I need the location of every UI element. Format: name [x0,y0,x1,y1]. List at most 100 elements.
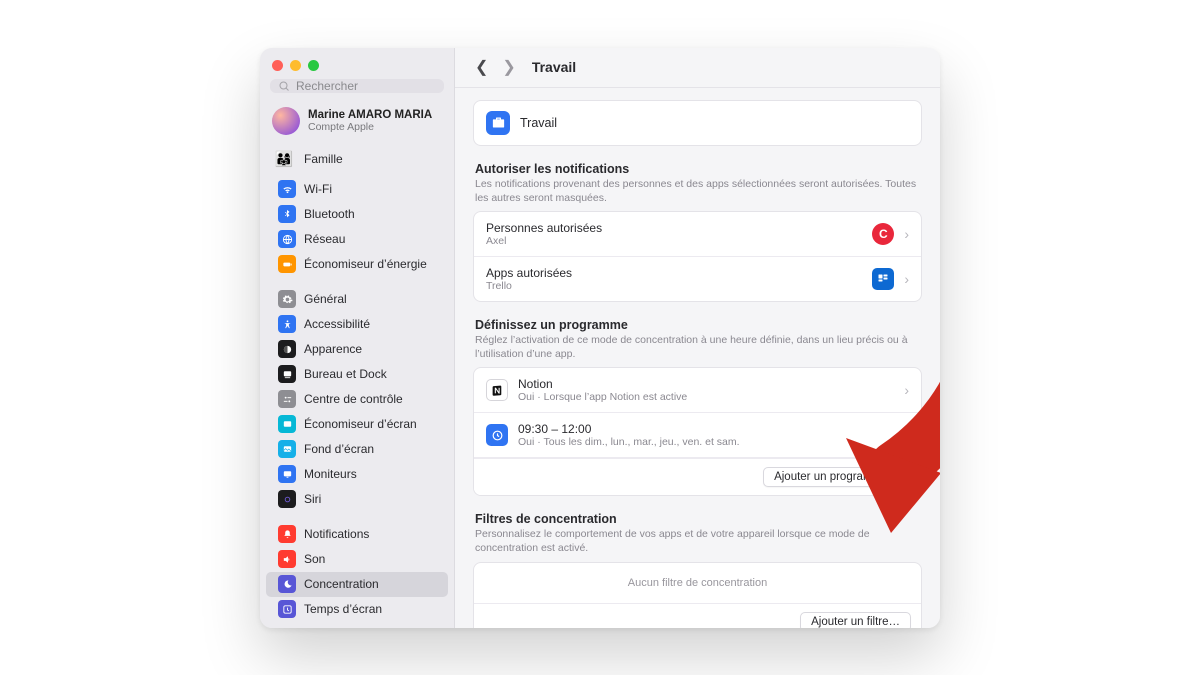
content-scroll[interactable]: Travail Autoriser les notifications Les … [455,88,940,628]
notion-icon [486,379,508,401]
globe-icon [278,230,296,248]
notifications-section: Autoriser les notifications Les notifica… [475,162,920,205]
sidebar-item-focus[interactable]: Concentration [266,572,448,597]
minimize-icon[interactable] [290,60,301,71]
filters-title: Filtres de concentration [475,512,920,526]
ss-icon [278,415,296,433]
sidebar-item-battery[interactable]: Économiseur d’énergie [266,252,448,277]
sidebar-item-control[interactable]: Centre de contrôle [266,387,448,412]
schedule-row-title: 09:30 – 12:00 [518,422,740,436]
focus-header-card[interactable]: Travail [473,100,922,146]
filters-section: Filtres de concentration Personnalisez l… [475,512,920,555]
family-label: Famille [304,152,343,166]
sidebar: Rechercher Marine AMARO MARIA Compte App… [260,48,455,628]
sidebar-item-label: Économiseur d’énergie [304,257,427,271]
bell-icon [278,525,296,543]
close-icon[interactable] [272,60,283,71]
search-placeholder: Rechercher [296,79,358,93]
sidebar-item-network[interactable]: Réseau [266,227,448,252]
wall-icon [278,440,296,458]
clock-icon [486,424,508,446]
focus-header-label: Travail [520,116,557,130]
schedule-list: Notion Oui · Lorsque l’app Notion est ac… [473,367,922,496]
people-badge-icon: C [872,223,894,245]
sidebar-item-displays[interactable]: Moniteurs [266,462,448,487]
account-name: Marine AMARO MARIA [308,109,432,121]
sidebar-item-general[interactable]: Général [266,287,448,312]
gear-icon [278,290,296,308]
main-pane: ❮ ❯ Travail Travail Autoriser les notifi… [455,48,940,628]
app-icon [278,340,296,358]
notifications-title: Autoriser les notifications [475,162,920,176]
schedule-section: Définissez un programme Réglez l’activat… [475,318,920,361]
allowed-people-sub: Axel [486,235,602,247]
sidebar-item-label: Fond d’écran [304,442,374,456]
toolbar: ❮ ❯ Travail [455,48,940,88]
sidebar-item-label: Notifications [304,527,369,541]
zoom-icon[interactable] [308,60,319,71]
chevron-right-icon: › [904,226,909,242]
family-icon: 👨‍👩‍👧 [272,147,296,171]
sidebar-item-label: Temps d’écran [304,602,382,616]
sidebar-item-screensaver[interactable]: Économiseur d’écran [266,412,448,437]
notifications-sub: Les notifications provenant des personne… [475,177,920,205]
sidebar-item-wifi[interactable]: Wi-Fi [266,177,448,202]
sidebar-item-accessibility[interactable]: Accessibilité [266,312,448,337]
forward-button[interactable]: ❯ [500,55,517,79]
page-title: Travail [532,59,576,75]
sidebar-item-label: Son [304,552,325,566]
filters-sub: Personnalisez le comportement de vos app… [475,527,920,555]
settings-window: Rechercher Marine AMARO MARIA Compte App… [260,48,940,628]
schedule-title: Définissez un programme [475,318,920,332]
snd-icon [278,550,296,568]
window-traffic-lights[interactable] [260,48,454,79]
schedule-sub: Réglez l’activation de ce mode de concen… [475,333,920,361]
sidebar-item-label: Centre de contrôle [304,392,403,406]
apps-badge-icon [872,268,894,290]
avatar [272,107,300,135]
sidebar-item-notifications[interactable]: Notifications [266,522,448,547]
st-icon [278,600,296,618]
filters-list: Aucun filtre de concentration Ajouter un… [473,562,922,628]
sidebar-item-label: Économiseur d’écran [304,417,417,431]
back-button[interactable]: ❮ [473,55,490,79]
sidebar-item-label: Wi-Fi [304,182,332,196]
sidebar-item-siri[interactable]: Siri [266,487,448,512]
sidebar-item-label: Moniteurs [304,467,357,481]
sidebar-item-label: Bluetooth [304,207,355,221]
batt-icon [278,255,296,273]
wifi-icon [278,180,296,198]
filters-add-row: Ajouter un filtre… [474,603,921,628]
family-row[interactable]: 👨‍👩‍👧 Famille [260,141,454,177]
schedule-row-notion[interactable]: Notion Oui · Lorsque l’app Notion est ac… [474,368,921,413]
allowed-apps-row[interactable]: Apps autorisées Trello › [474,257,921,301]
cc-icon [278,390,296,408]
add-schedule-button[interactable]: Ajouter un programme… [763,467,911,487]
sidebar-item-label: Apparence [304,342,362,356]
allowed-people-title: Personnes autorisées [486,221,602,235]
schedule-row-time[interactable]: 09:30 – 12:00 Oui · Tous les dim., lun.,… [474,413,921,458]
schedule-row-sub: Oui · Tous les dim., lun., mar., jeu., v… [518,436,740,448]
sidebar-item-desktop[interactable]: Bureau et Dock [266,362,448,387]
dock-icon [278,365,296,383]
search-input[interactable]: Rechercher [270,79,444,93]
allowed-people-row[interactable]: Personnes autorisées Axel C › [474,212,921,257]
sidebar-item-screentime[interactable]: Temps d’écran [266,597,448,622]
sidebar-item-label: Siri [304,492,321,506]
search-icon [278,80,290,92]
schedule-add-row: Ajouter un programme… [474,458,921,495]
sidebar-item-label: Général [304,292,347,306]
sidebar-item-sound[interactable]: Son [266,547,448,572]
chevron-right-icon: › [904,271,909,287]
focus-briefcase-icon [486,111,510,135]
sidebar-item-wallpaper[interactable]: Fond d’écran [266,437,448,462]
sidebar-item-appearance[interactable]: Apparence [266,337,448,362]
sidebar-item-bluetooth[interactable]: Bluetooth [266,202,448,227]
add-filter-button[interactable]: Ajouter un filtre… [800,612,911,628]
filters-placeholder: Aucun filtre de concentration [474,563,921,603]
schedule-row-title: Notion [518,377,687,391]
sidebar-item-label: Concentration [304,577,379,591]
chevron-right-icon: › [904,382,909,398]
bt-icon [278,205,296,223]
account-row[interactable]: Marine AMARO MARIA Compte Apple [260,101,454,141]
